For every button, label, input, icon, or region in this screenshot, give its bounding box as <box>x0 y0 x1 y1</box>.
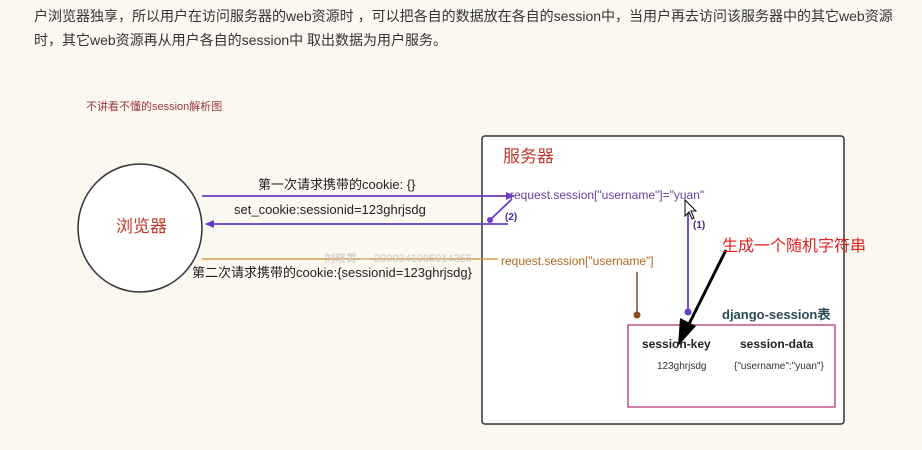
step-1-label: (1) <box>693 220 706 231</box>
table-cell-session-data: {"username":"yuan"} <box>734 361 824 372</box>
step-1-dot <box>684 308 692 316</box>
step-2-dot <box>487 217 493 223</box>
random-string-note: 生成一个随机字符串 <box>722 238 867 255</box>
step-2-label: (2) <box>505 212 518 223</box>
browser-label: 浏览器 <box>116 217 167 236</box>
set-cookie-label: set_cookie:sessionid=123ghrjsdg <box>234 202 426 217</box>
table-header-session-key: session-key <box>642 337 711 351</box>
session-set-label: request.session["username"]="yuan" <box>510 188 705 202</box>
table-header-session-data: session-data <box>740 337 814 351</box>
session-get-label: request.session["username"] <box>501 254 654 268</box>
table-cell-session-key: 123ghrjsdg <box>657 361 707 372</box>
session-get-dot <box>633 311 641 319</box>
server-title: 服务器 <box>503 147 554 166</box>
session-table-title: django-session表 <box>722 307 831 322</box>
second-request-label: 第二次请求携带的cookie:{sessionid=123ghrjsdg} <box>192 265 472 280</box>
first-request-label: 第一次请求携带的cookie: {} <box>258 177 416 192</box>
